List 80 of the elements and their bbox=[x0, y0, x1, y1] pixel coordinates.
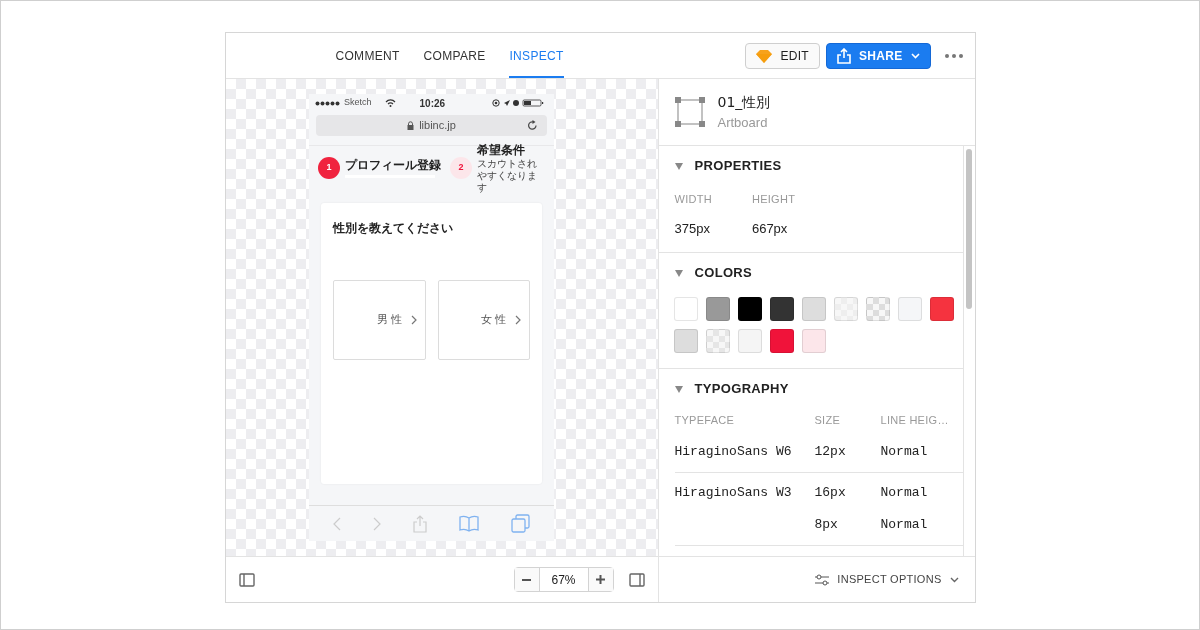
table-cell-text: Normal bbox=[880, 443, 929, 462]
more-icon[interactable] bbox=[944, 53, 963, 58]
book-icon[interactable] bbox=[459, 515, 479, 532]
sidebar-left-icon[interactable] bbox=[238, 572, 255, 587]
zoom-value[interactable]: 67% bbox=[539, 568, 588, 591]
inspect-options-button[interactable]: INSPECT OPTIONS bbox=[815, 571, 959, 588]
minus-icon bbox=[522, 578, 531, 581]
plus-icon bbox=[596, 575, 605, 584]
wifi-icon bbox=[384, 99, 396, 107]
table-cell-text: HiraginoSans W3 bbox=[674, 484, 793, 503]
diamond-icon bbox=[756, 48, 773, 63]
sliders-icon bbox=[815, 573, 830, 586]
tab[interactable]: COMMENT bbox=[335, 33, 400, 78]
lock-icon bbox=[407, 121, 415, 130]
color-swatch[interactable] bbox=[737, 329, 762, 353]
disclosure-triangle-icon[interactable] bbox=[674, 385, 683, 393]
step-title: 希望条件 bbox=[477, 142, 526, 158]
url-bar[interactable]: libinc.jp bbox=[316, 115, 547, 136]
share-button[interactable]: SHARE bbox=[826, 42, 931, 69]
tab[interactable]: COMPARE bbox=[423, 33, 486, 78]
section-title: TYPOGRAPHY bbox=[694, 380, 789, 399]
chevron-down-icon bbox=[910, 52, 920, 59]
color-swatch[interactable] bbox=[737, 297, 762, 321]
disclosure-triangle-icon[interactable] bbox=[674, 162, 683, 170]
url-text: libinc.jp bbox=[419, 118, 456, 134]
color-swatch[interactable] bbox=[769, 297, 794, 321]
artboard-type: Artboard bbox=[717, 113, 769, 132]
color-swatch[interactable] bbox=[769, 329, 794, 353]
table-cell-text: 12px bbox=[814, 443, 847, 462]
color-swatch[interactable] bbox=[705, 329, 730, 353]
option-button[interactable]: 男 性 bbox=[333, 280, 426, 360]
artboard-icon bbox=[674, 97, 705, 127]
artboard-name: 01_性別 bbox=[717, 92, 771, 112]
color-swatch[interactable] bbox=[865, 297, 890, 321]
column-header: SIZE bbox=[814, 412, 842, 428]
section-title: COLORS bbox=[694, 264, 753, 283]
section-title: PROPERTIES bbox=[694, 157, 782, 176]
column-header: TYPEFACE bbox=[674, 412, 736, 428]
chevron-right-icon bbox=[515, 315, 521, 325]
chevron-down-icon bbox=[949, 576, 959, 583]
step-number: 1 bbox=[318, 157, 340, 179]
sidebar-right-icon[interactable] bbox=[628, 572, 645, 587]
share-icon[interactable] bbox=[413, 514, 427, 533]
color-swatch[interactable] bbox=[929, 297, 954, 321]
signal-icon bbox=[315, 100, 341, 106]
table-cell-text: 16px bbox=[814, 484, 847, 503]
column-header: LINE HEIG… bbox=[880, 412, 950, 428]
zoom-in-button[interactable] bbox=[587, 568, 613, 591]
color-swatch[interactable] bbox=[897, 297, 922, 321]
disclosure-triangle-icon[interactable] bbox=[674, 269, 683, 277]
scrollbar-thumb[interactable] bbox=[966, 149, 972, 309]
table-cell-text: 8px bbox=[814, 516, 839, 535]
time-text: 10:26 bbox=[419, 96, 446, 111]
step-number: 2 bbox=[450, 157, 472, 179]
chevron-right-icon bbox=[410, 315, 417, 325]
option-button[interactable]: 女 性 bbox=[437, 280, 530, 360]
carrier-text: Sketch bbox=[344, 96, 372, 110]
forward-icon[interactable] bbox=[373, 516, 381, 531]
color-swatch[interactable] bbox=[801, 329, 826, 353]
color-swatch[interactable] bbox=[833, 297, 858, 321]
field-value: 667px bbox=[751, 219, 789, 238]
field-label: HEIGHT bbox=[751, 192, 796, 207]
reload-icon[interactable] bbox=[527, 120, 538, 131]
share-icon bbox=[837, 47, 851, 64]
field-label: WIDTH bbox=[674, 192, 712, 207]
color-swatch[interactable] bbox=[673, 297, 698, 321]
color-swatch[interactable] bbox=[705, 297, 730, 321]
step-subtitle: スカウトされやすくなります bbox=[477, 157, 538, 194]
table-cell-text: Normal bbox=[880, 484, 929, 503]
color-swatch[interactable] bbox=[673, 329, 698, 353]
step-title: プロフィール登録 bbox=[345, 158, 441, 173]
table-cell-text: Normal bbox=[880, 516, 929, 535]
back-icon[interactable] bbox=[333, 516, 341, 531]
question-title: 性別を教えてください bbox=[333, 220, 454, 237]
color-swatch[interactable] bbox=[801, 297, 826, 321]
table-cell-text: HiraginoSans W6 bbox=[674, 443, 793, 462]
tabs-icon[interactable] bbox=[511, 514, 530, 533]
zoom-out-button[interactable] bbox=[514, 568, 540, 591]
field-value: 375px bbox=[674, 219, 711, 238]
edit-button[interactable]: EDIT bbox=[745, 42, 820, 69]
